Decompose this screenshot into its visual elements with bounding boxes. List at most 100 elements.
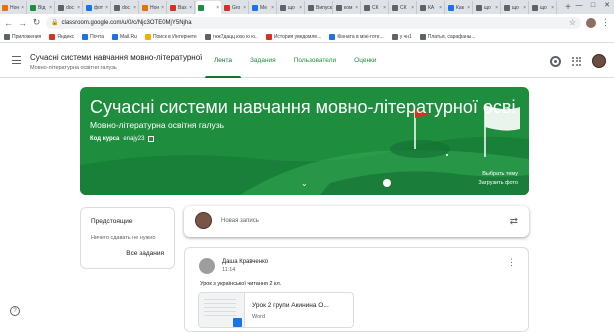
attachment-type: Word [252,314,266,320]
attachment-card[interactable]: Урок 2 групи Акинина О... Word [198,292,354,328]
browser-tab[interactable]: СК × [390,1,417,14]
browser-tab[interactable]: Нон × [140,1,167,14]
browser-tab[interactable]: СК × [362,1,389,14]
google-apps-icon[interactable] [572,56,581,66]
close-window-icon[interactable]: ✕ [600,0,614,14]
browser-tab[interactable]: Ме × [250,1,277,14]
fullscreen-icon[interactable] [148,136,155,142]
browser-tab[interactable]: що × [530,1,557,14]
tab-favicon-icon [532,4,538,11]
close-tab-icon[interactable]: × [105,5,108,11]
course-subtitle: Мовно-літературна освітня галузь [30,65,117,71]
browser-tab[interactable]: doc × [112,1,139,14]
more-vert-icon[interactable]: ⋮ [507,258,516,267]
bookmark-item[interactable]: Поиск в Интернете [144,33,197,40]
browser-tab[interactable]: ком × [334,1,361,14]
bookmark-favicon-icon [265,33,272,40]
close-tab-icon[interactable]: × [355,5,358,11]
close-tab-icon[interactable]: × [551,5,554,11]
help-icon[interactable]: ? [10,306,20,316]
close-tab-icon[interactable]: × [161,5,164,11]
close-tab-icon[interactable]: × [133,5,136,11]
browser-tab[interactable]: що × [474,1,501,14]
back-arrow-icon[interactable]: ← [4,18,13,28]
course-title[interactable]: Сучасні системи навчання мовно-літератур… [30,53,202,62]
class-tabs: Лента Задания Пользователи Оценки [205,43,386,78]
browser-tab-label: Випуск [316,4,332,11]
close-tab-icon[interactable]: × [216,5,219,11]
close-tab-icon[interactable]: × [383,5,386,11]
browser-tab[interactable]: фот × [84,1,111,14]
close-tab-icon[interactable]: × [243,5,246,11]
tab-favicon-icon [448,4,454,11]
bookmark-favicon-icon [419,33,426,40]
course-banner: Сучасні системи навчання мовно-літератур… [80,87,529,195]
browser-tab[interactable]: × [196,1,221,14]
bookmark-favicon-icon [111,33,118,40]
tab-classwork[interactable]: Задания [241,43,285,78]
browser-tab[interactable]: КА × [418,1,445,14]
chevron-down-icon[interactable]: ⌄ [301,179,308,188]
close-tab-icon[interactable]: × [49,5,52,11]
browser-tab-label: Нон [10,4,20,11]
reload-icon[interactable]: ↻ [32,17,41,28]
close-tab-icon[interactable]: × [411,5,414,11]
bookmark-item[interactable]: История уведомле... [265,33,321,40]
close-tab-icon[interactable]: × [21,5,24,11]
bookmark-item[interactable]: Яндекс [49,33,74,40]
close-tab-icon[interactable]: × [299,5,302,11]
new-post-placeholder[interactable]: Новая запись [221,218,259,224]
bookmark-item[interactable]: у чн1 [391,33,412,40]
bookmark-item[interactable]: Платья, сарафаны... [419,33,476,40]
browser-menu-icon[interactable]: ⋮ [601,17,610,28]
tab-favicon-icon [392,4,398,11]
tab-people[interactable]: Пользователи [285,43,345,78]
browser-tab[interactable]: Від × [28,1,55,14]
close-tab-icon[interactable]: × [467,5,470,11]
close-tab-icon[interactable]: × [271,5,274,11]
tab-favicon-icon [252,4,258,11]
close-tab-icon[interactable]: × [495,5,498,11]
app-bar-actions [550,54,606,68]
tab-favicon-icon [280,4,286,11]
close-tab-icon[interactable]: × [77,5,80,11]
repost-icon[interactable]: ⇄ [510,216,518,227]
stream-post: Даша Кравченко 11:14 ⋮ Урок з українсько… [184,247,529,332]
hamburger-menu-icon[interactable] [12,56,21,64]
star-icon[interactable]: ☆ [569,18,576,27]
minimize-icon[interactable]: — [572,0,586,14]
bookmark-favicon-icon [4,33,10,40]
browser-tab[interactable]: doc × [56,1,83,14]
maximize-icon[interactable]: □ [586,0,600,14]
bookmark-item[interactable]: Почта [82,33,104,40]
close-tab-icon[interactable]: × [189,5,192,11]
tab-stream[interactable]: Лента [205,43,241,78]
select-theme-link[interactable]: Выбрать тему [482,171,518,177]
browser-tab[interactable]: Gro × [222,1,249,14]
browser-tab[interactable]: Вах × [168,1,195,14]
window-controls: — □ ✕ [572,0,614,14]
browser-profile-avatar[interactable] [586,17,596,28]
view-all-link[interactable]: Все задания [126,250,164,257]
url-field[interactable]: 🔒 classroom.google.com/u/0/c/Njc3OTE0MjY… [46,16,581,29]
account-avatar[interactable] [592,54,606,68]
browser-tab[interactable]: що × [502,1,529,14]
browser-tab[interactable]: Випуск× [306,1,333,14]
settings-gear-icon[interactable] [550,55,561,67]
bookmark-item[interactable]: гнж7дацц кхю ю ю.. [204,33,258,40]
course-code-label: Код курса [90,136,120,142]
bookmark-item[interactable]: Mail.Ru [111,33,137,40]
bookmark-item[interactable]: Кінната в міні-готе... [329,33,384,40]
bookmark-favicon-icon [204,33,211,40]
tab-grades[interactable]: Оценки [345,43,385,78]
bookmark-item[interactable]: Приложения [4,33,41,40]
close-tab-icon[interactable]: × [439,5,442,11]
new-post-box[interactable]: Новая запись ⇄ [184,206,529,237]
forward-arrow-icon[interactable]: → [18,18,27,28]
browser-tab[interactable]: Как × [446,1,473,14]
upload-photo-link[interactable]: Загрузить фото [478,180,518,186]
browser-tab[interactable]: Нон × [0,1,27,14]
close-tab-icon[interactable]: × [523,5,526,11]
browser-tab[interactable]: що × [278,1,305,14]
tab-favicon-icon [142,4,148,11]
